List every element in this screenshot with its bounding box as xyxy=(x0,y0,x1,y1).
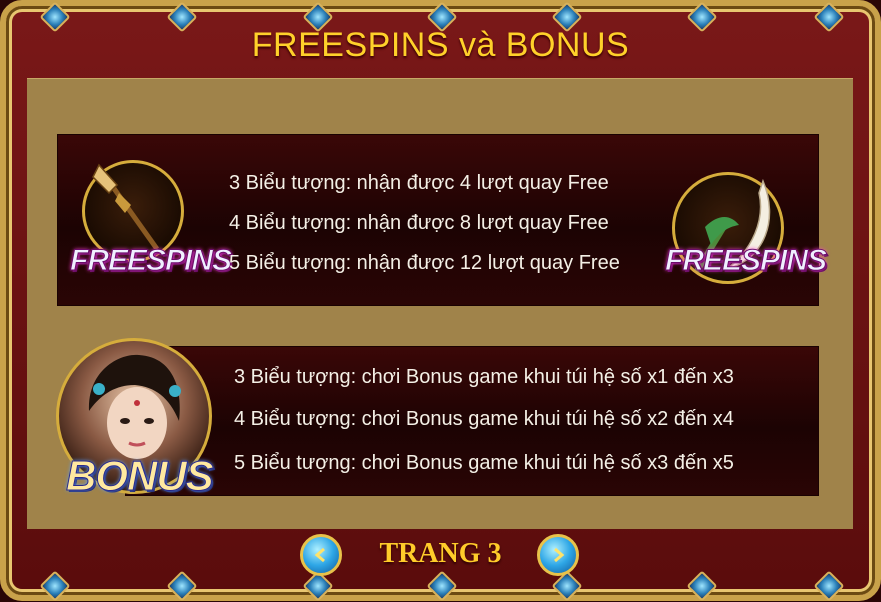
dialog-title: FREESPINS và BONUS xyxy=(251,26,630,64)
bonus-rule-4: 4 Biểu tượng: chơi Bonus game khui túi h… xyxy=(234,408,734,430)
chevron-right-icon xyxy=(554,547,565,563)
freespins-badge-label-left: FREESPINS xyxy=(69,244,232,278)
bonus-rule-3: 3 Biểu tượng: chơi Bonus game khui túi h… xyxy=(234,366,734,388)
next-page-button[interactable] xyxy=(537,534,579,576)
freespins-badge-label-right: FREESPINS xyxy=(664,244,827,278)
bonus-badge-label: BONUS xyxy=(66,452,215,500)
bonus-rule-5: 5 Biểu tượng: chơi Bonus game khui túi h… xyxy=(234,452,734,474)
freespins-rule-3: 3 Biểu tượng: nhận được 4 lượt quay Free xyxy=(229,172,609,194)
freespins-rule-4: 4 Biểu tượng: nhận được 8 lượt quay Free xyxy=(229,212,609,234)
page-indicator: TRANG 3 xyxy=(379,538,502,569)
freespins-rule-5: 5 Biểu tượng: nhận được 12 lượt quay Fre… xyxy=(229,252,620,274)
